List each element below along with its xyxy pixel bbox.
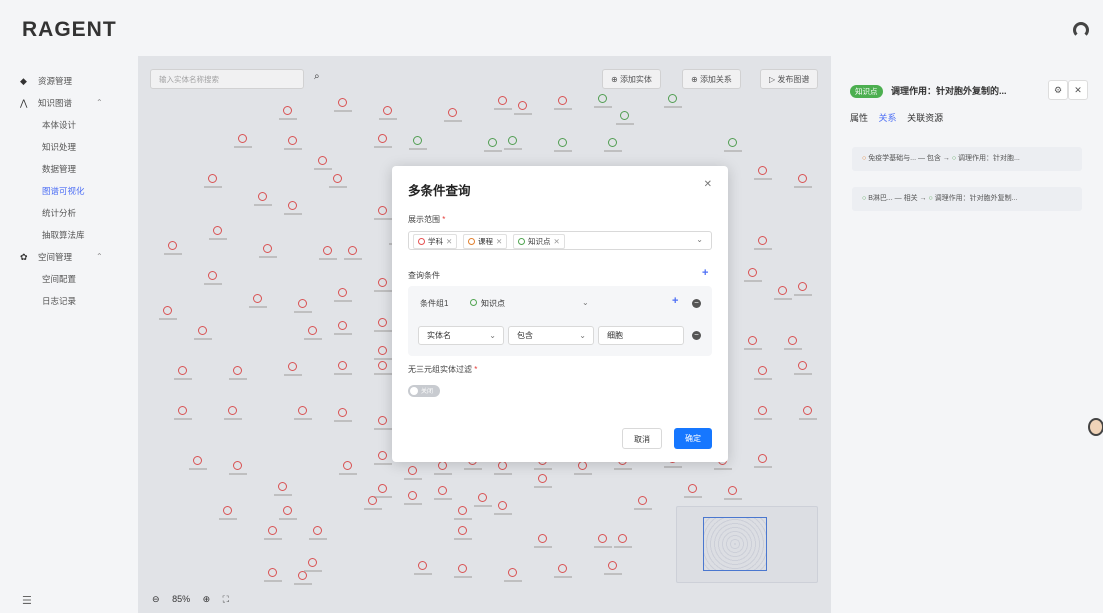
relation-to: 调理作用：针对胞... <box>958 155 1020 162</box>
sidebar-item-resource[interactable]: ◆ 资源管理 <box>20 72 72 90</box>
chip-remove-icon[interactable]: ✕ <box>554 237 560 246</box>
sidebar-item-space[interactable]: ✿ 空间管理 <box>20 248 72 266</box>
entity-type-badge: 知识点 <box>850 85 883 98</box>
chip-label: 课程 <box>478 237 493 246</box>
chevron-down-icon[interactable]: ⌄ <box>582 298 589 307</box>
chevron-down-icon: ⌄ <box>579 331 586 340</box>
user-avatar[interactable] <box>1073 22 1089 38</box>
sidebar-item-space-config[interactable]: 空间配置 <box>42 270 76 288</box>
field-value: 实体名 <box>427 331 451 340</box>
operator-select[interactable]: 包含 ⌄ <box>508 326 594 345</box>
chip-label: 知识点 <box>528 237 551 246</box>
graph-icon: ⋀ <box>20 98 28 108</box>
database-icon: ◆ <box>20 76 27 86</box>
sidebar-item-statistics[interactable]: 统计分析 <box>42 204 76 222</box>
relation-card[interactable]: ○ 免疫学基础与... — 包含 → ○ 调理作用：针对胞... <box>852 147 1082 171</box>
tab-properties[interactable]: 属性 <box>850 113 868 123</box>
dialog-title: 多条件查询 <box>408 184 471 198</box>
sidebar-item-logs[interactable]: 日志记录 <box>42 292 76 310</box>
chip-label: 学科 <box>428 237 443 246</box>
chevron-down-icon[interactable]: ⌄ <box>696 235 703 244</box>
assistant-avatar[interactable] <box>1088 418 1103 436</box>
group-type-select[interactable]: 知识点 <box>470 298 505 309</box>
relation-from: B淋巴... <box>868 195 893 202</box>
filter-label-text: 无三元组实体过滤 <box>408 365 472 374</box>
close-icon[interactable]: ✕ <box>1068 80 1088 100</box>
group-label: 条件组1 <box>420 299 449 308</box>
sidebar-item-visualization[interactable]: 图谱可视化 <box>42 182 85 200</box>
sidebar-item-algorithms[interactable]: 抽取算法库 <box>42 226 85 244</box>
scope-label-text: 展示范围 <box>408 215 440 224</box>
menu-toggle-icon[interactable]: ☰ <box>22 594 32 607</box>
remove-condition-icon[interactable]: − <box>692 331 701 340</box>
add-condition-icon[interactable]: + <box>672 295 678 307</box>
chip-remove-icon[interactable]: ✕ <box>496 237 502 246</box>
scope-select[interactable]: 学科 ✕ 课程 ✕ 知识点 ✕ ⌄ <box>408 231 712 250</box>
detail-tabs: 属性 关系 关联资源 <box>850 111 951 124</box>
multi-condition-query-dialog: 多条件查询 ✕ 展示范围 * 学科 ✕ 课程 ✕ 知识点 ✕ ⌄ 查询条件 + 条件组… <box>392 166 728 462</box>
detail-panel: 知识点 调理作用：针对胞外复制的... ⚙ ✕ 属性 关系 关联资源 ○ 免疫学… <box>840 69 1090 613</box>
value-input[interactable]: 细胞 <box>598 326 684 345</box>
gear-icon: ✿ <box>20 252 28 262</box>
relation-from: 免疫学基础与... <box>868 155 917 162</box>
confirm-button[interactable]: 确定 <box>674 428 712 449</box>
entity-title: 调理作用：针对胞外复制的... <box>891 86 1007 96</box>
relation-type: 包含 <box>926 155 941 162</box>
chevron-down-icon: ⌄ <box>489 331 496 340</box>
field-select[interactable]: 实体名 ⌄ <box>418 326 504 345</box>
tab-relations[interactable]: 关系 <box>879 113 897 123</box>
settings-icon[interactable]: ⚙ <box>1048 80 1068 100</box>
top-bar: RAGENT <box>0 0 1103 56</box>
sidebar-item-label: 知识图谱 <box>38 98 73 108</box>
sidebar-item-data[interactable]: 数据管理 <box>42 160 76 178</box>
node-dot-icon <box>470 299 477 306</box>
condition-group: 条件组1 知识点 ⌄ + − 实体名 ⌄ 包含 ⌄ 细胞 − <box>408 286 712 356</box>
cancel-button[interactable]: 取消 <box>622 428 662 449</box>
relation-card[interactable]: ○ B淋巴... — 相关 → ○ 调理作用：针对胞外复制... <box>852 187 1082 211</box>
scope-chip[interactable]: 学科 ✕ <box>413 234 458 249</box>
node-dot-icon <box>518 238 525 245</box>
scope-chip[interactable]: 知识点 ✕ <box>513 234 565 249</box>
sidebar-item-label: 空间管理 <box>38 252 73 262</box>
scope-label: 展示范围 * <box>408 215 446 224</box>
chevron-up-icon[interactable]: ⌃ <box>96 98 103 107</box>
sidebar: ◆ 资源管理 ⋀ 知识图谱 ⌃ 本体设计 知识处理 数据管理 图谱可视化 统计分析 … <box>0 56 138 613</box>
sidebar-item-processing[interactable]: 知识处理 <box>42 138 76 156</box>
node-dot-icon <box>468 238 475 245</box>
chip-remove-icon[interactable]: ✕ <box>446 237 452 246</box>
toggle-text: 关闭 <box>421 389 434 395</box>
chevron-up-icon[interactable]: ⌃ <box>96 252 103 261</box>
node-dot-icon <box>418 238 425 245</box>
sidebar-item-ontology[interactable]: 本体设计 <box>42 116 76 134</box>
filter-label: 无三元组实体过滤 * <box>408 365 478 374</box>
sidebar-item-label: 资源管理 <box>38 76 73 86</box>
scope-chip[interactable]: 课程 ✕ <box>463 234 508 249</box>
query-conditions-label: 查询条件 <box>408 271 440 280</box>
filter-toggle[interactable]: 关闭 <box>408 385 440 397</box>
relation-type: 相关 <box>903 195 918 202</box>
relation-to: 调理作用：针对胞外复制... <box>934 195 1018 202</box>
tab-resources[interactable]: 关联资源 <box>907 113 943 123</box>
sidebar-item-knowledge-graph[interactable]: ⋀ 知识图谱 <box>20 94 72 112</box>
close-icon[interactable]: ✕ <box>704 179 712 190</box>
add-group-icon[interactable]: + <box>702 267 708 279</box>
operator-value: 包含 <box>517 331 533 340</box>
app-logo: RAGENT <box>22 18 117 41</box>
group-type-value: 知识点 <box>481 299 505 308</box>
toggle-knob <box>410 387 418 395</box>
remove-group-icon[interactable]: − <box>692 299 701 308</box>
